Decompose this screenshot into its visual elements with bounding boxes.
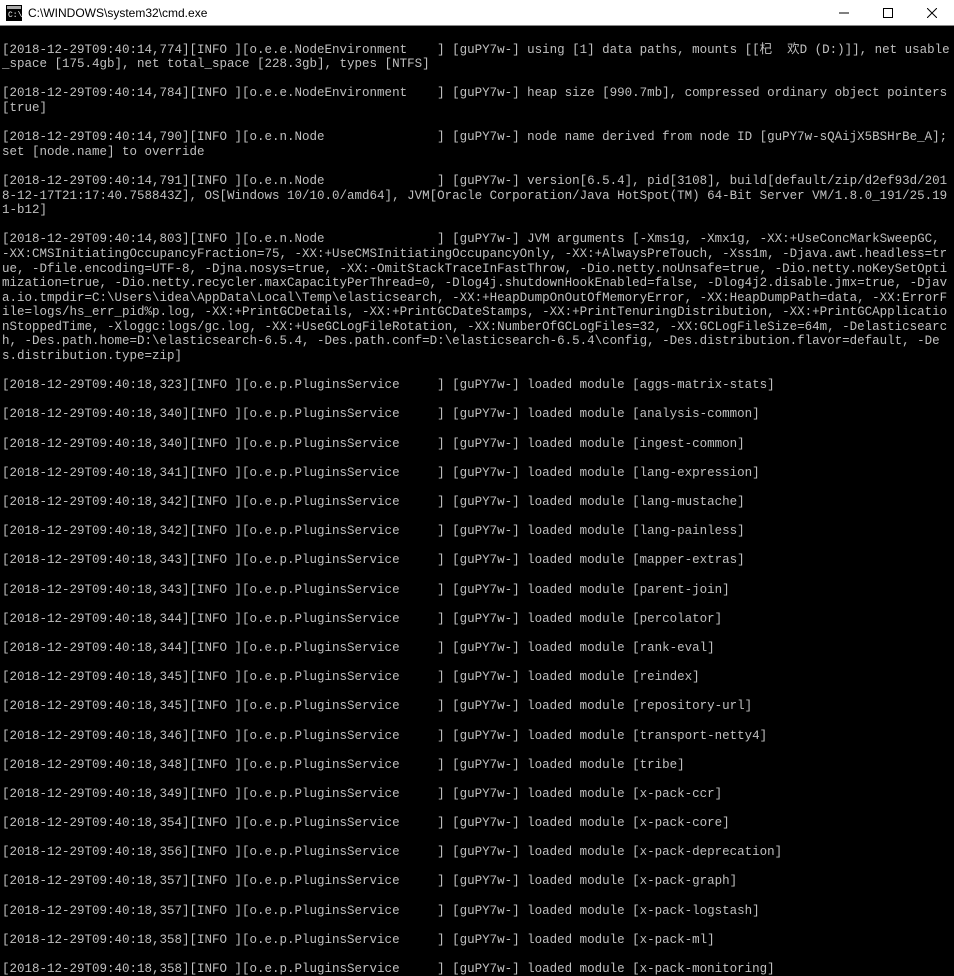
log-line: [2018-12-29T09:40:18,357][INFO ][o.e.p.P… [2,904,952,919]
log-line: [2018-12-29T09:40:14,790][INFO ][o.e.n.N… [2,130,952,159]
log-line: [2018-12-29T09:40:18,354][INFO ][o.e.p.P… [2,816,952,831]
cmd-icon: C:\ [6,5,22,21]
log-line: [2018-12-29T09:40:18,344][INFO ][o.e.p.P… [2,641,952,656]
log-line: [2018-12-29T09:40:18,344][INFO ][o.e.p.P… [2,612,952,627]
log-line: [2018-12-29T09:40:18,358][INFO ][o.e.p.P… [2,962,952,976]
log-line: [2018-12-29T09:40:18,356][INFO ][o.e.p.P… [2,845,952,860]
log-line: [2018-12-29T09:40:18,341][INFO ][o.e.p.P… [2,466,952,481]
log-line: [2018-12-29T09:40:18,342][INFO ][o.e.p.P… [2,495,952,510]
log-line: [2018-12-29T09:40:18,357][INFO ][o.e.p.P… [2,874,952,889]
log-line: [2018-12-29T09:40:18,345][INFO ][o.e.p.P… [2,670,952,685]
log-line: [2018-12-29T09:40:18,340][INFO ][o.e.p.P… [2,437,952,452]
log-line: [2018-12-29T09:40:18,323][INFO ][o.e.p.P… [2,378,952,393]
log-line: [2018-12-29T09:40:18,340][INFO ][o.e.p.P… [2,407,952,422]
log-line: [2018-12-29T09:40:14,784][INFO ][o.e.e.N… [2,86,952,115]
window-titlebar: C:\ C:\WINDOWS\system32\cmd.exe [0,0,954,26]
log-line: [2018-12-29T09:40:18,343][INFO ][o.e.p.P… [2,583,952,598]
window-title: C:\WINDOWS\system32\cmd.exe [28,6,822,20]
log-line: [2018-12-29T09:40:18,346][INFO ][o.e.p.P… [2,729,952,744]
log-line: [2018-12-29T09:40:18,348][INFO ][o.e.p.P… [2,758,952,773]
log-line: [2018-12-29T09:40:14,791][INFO ][o.e.n.N… [2,174,952,218]
log-line: [2018-12-29T09:40:18,342][INFO ][o.e.p.P… [2,524,952,539]
log-line: [2018-12-29T09:40:18,349][INFO ][o.e.p.P… [2,787,952,802]
log-line: [2018-12-29T09:40:18,345][INFO ][o.e.p.P… [2,699,952,714]
log-line: [2018-12-29T09:40:18,358][INFO ][o.e.p.P… [2,933,952,948]
log-line: [2018-12-29T09:40:14,803][INFO ][o.e.n.N… [2,232,952,363]
maximize-button[interactable] [866,0,910,26]
log-line: [2018-12-29T09:40:14,774][INFO ][o.e.e.N… [2,43,952,72]
minimize-button[interactable] [822,0,866,26]
svg-text:C:\: C:\ [8,11,22,20]
terminal-output[interactable]: [2018-12-29T09:40:14,774][INFO ][o.e.e.N… [0,26,954,976]
close-button[interactable] [910,0,954,26]
log-line: [2018-12-29T09:40:18,343][INFO ][o.e.p.P… [2,553,952,568]
